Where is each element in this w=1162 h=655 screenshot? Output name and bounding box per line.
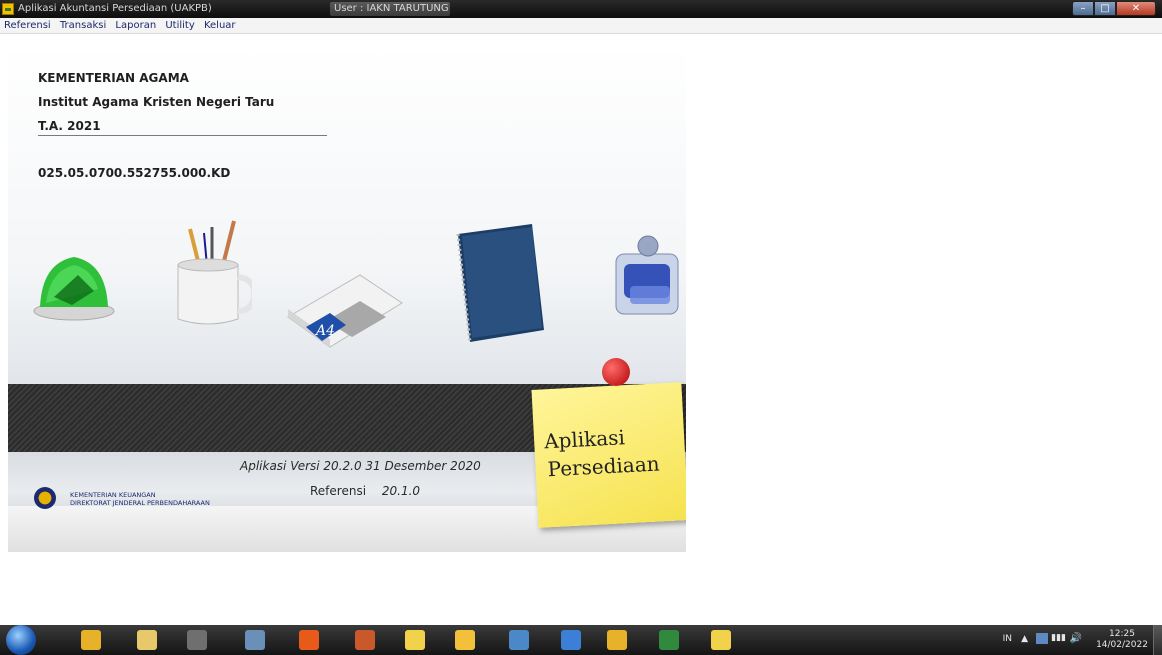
signal-icon[interactable]: ▮▮▮ <box>1051 633 1066 643</box>
institution-name: Institut Agama Kristen Negeri Taru <box>38 95 275 109</box>
taskbar-app-excel[interactable] <box>650 627 688 653</box>
persediaan-1-icon <box>405 630 425 650</box>
start-button[interactable] <box>6 625 36 655</box>
taskbar-app-persediaan-1[interactable] <box>396 627 434 653</box>
version-label: Aplikasi Versi 20.2.0 31 Desember 2020 <box>240 459 481 473</box>
kemenkeu-text: KEMENTERIAN KEUANGAN DIREKTORAT JENDERAL… <box>70 491 210 507</box>
menu-transaksi[interactable]: Transaksi <box>60 20 106 31</box>
pushpin-icon <box>602 358 630 386</box>
language-indicator[interactable]: IN <box>1003 634 1012 644</box>
org-info: KEMENTERIAN AGAMA Institut Agama Kristen… <box>38 71 327 180</box>
stapler-icon <box>33 257 115 321</box>
splash-panel: KEMENTERIAN AGAMA Institut Agama Kristen… <box>8 44 686 552</box>
calculator-icon <box>245 630 265 650</box>
menu-bar: Referensi Transaksi Laporan Utility Kelu… <box>0 18 1162 34</box>
persediaan-3-icon <box>711 630 731 650</box>
media-icon <box>187 630 207 650</box>
show-desktop-button[interactable] <box>1153 625 1162 655</box>
taskbar-app-persediaan-3[interactable] <box>702 627 740 653</box>
window-controls: – □ ✕ <box>1072 1 1156 16</box>
taskbar-app-chrome[interactable] <box>72 627 110 653</box>
menu-keluar[interactable]: Keluar <box>204 20 236 31</box>
chrome-icon <box>81 630 101 650</box>
maximize-button[interactable]: □ <box>1094 1 1116 16</box>
taskbar-app-app-circle[interactable] <box>552 627 590 653</box>
referensi-value: 20.1.0 <box>381 484 421 498</box>
excel-icon <box>659 630 679 650</box>
taskbar-app-fox-app[interactable] <box>346 627 384 653</box>
tray-expand-icon[interactable]: ▲ <box>1021 634 1028 644</box>
referensi-text: Referensi <box>310 484 367 498</box>
taskbar-app-firefox[interactable] <box>290 627 328 653</box>
minimize-button[interactable]: – <box>1072 1 1094 16</box>
user-label: User : IAKN TARUTUNG <box>334 3 449 14</box>
persediaan-2-icon <box>455 630 475 650</box>
referensi-label: Referensi 20.1.0 <box>310 484 420 498</box>
notebook-icon <box>456 224 544 343</box>
explorer-icon <box>137 630 157 650</box>
sticky-note: Aplikasi Persediaan <box>531 382 686 528</box>
fox-app-icon <box>355 630 375 650</box>
close-button[interactable]: ✕ <box>1116 1 1156 16</box>
kemenkeu-line2: DIREKTORAT JENDERAL PERBENDAHARAAN <box>70 499 210 507</box>
divider <box>38 135 327 136</box>
fiscal-year: T.A. 2021 <box>38 119 101 133</box>
taskbar-app-persediaan-2[interactable] <box>446 627 484 653</box>
sticky-line1: Aplikasi <box>543 425 626 454</box>
menu-referensi[interactable]: Referensi <box>4 20 51 31</box>
ministry-name: KEMENTERIAN AGAMA <box>38 71 189 85</box>
kemenkeu-line1: KEMENTERIAN KEUANGAN <box>70 491 156 499</box>
app-icon <box>2 3 14 15</box>
volume-icon[interactable]: 🔊 <box>1070 633 1082 644</box>
mug-icon <box>177 220 252 325</box>
clock-date: 14/02/2022 <box>1096 640 1148 650</box>
taskbar-app-chrome-2[interactable] <box>598 627 636 653</box>
taskbar-app-calculator[interactable] <box>236 627 274 653</box>
kemenkeu-logo-icon <box>34 487 56 509</box>
clock[interactable]: 12:25 14/02/2022 <box>1090 629 1154 651</box>
window-title: Aplikasi Akuntansi Persediaan (UAKPB) <box>18 3 212 14</box>
photos-icon <box>509 630 529 650</box>
unit-code: 025.05.0700.552755.000.KD <box>38 166 231 180</box>
taskbar-app-media[interactable] <box>178 627 216 653</box>
chrome-2-icon <box>607 630 627 650</box>
firefox-icon <box>299 630 319 650</box>
title-bar: Aplikasi Akuntansi Persediaan (UAKPB) Us… <box>0 0 1162 18</box>
sticky-line2: Persediaan <box>547 451 661 482</box>
app-circle-icon <box>561 630 581 650</box>
taskbar-app-explorer[interactable] <box>128 627 166 653</box>
taskbar-app-photos[interactable] <box>500 627 538 653</box>
taskbar: IN ▲ ▮▮▮ 🔊 12:25 14/02/2022 <box>0 625 1162 655</box>
menu-utility[interactable]: Utility <box>165 20 194 31</box>
paper-label: A4 <box>314 323 335 339</box>
paper-ream-icon: A4 <box>287 274 403 348</box>
network-icon[interactable] <box>1036 633 1048 644</box>
sharpener-icon <box>615 235 679 315</box>
clock-time: 12:25 <box>1109 629 1135 639</box>
menu-laporan[interactable]: Laporan <box>115 20 156 31</box>
